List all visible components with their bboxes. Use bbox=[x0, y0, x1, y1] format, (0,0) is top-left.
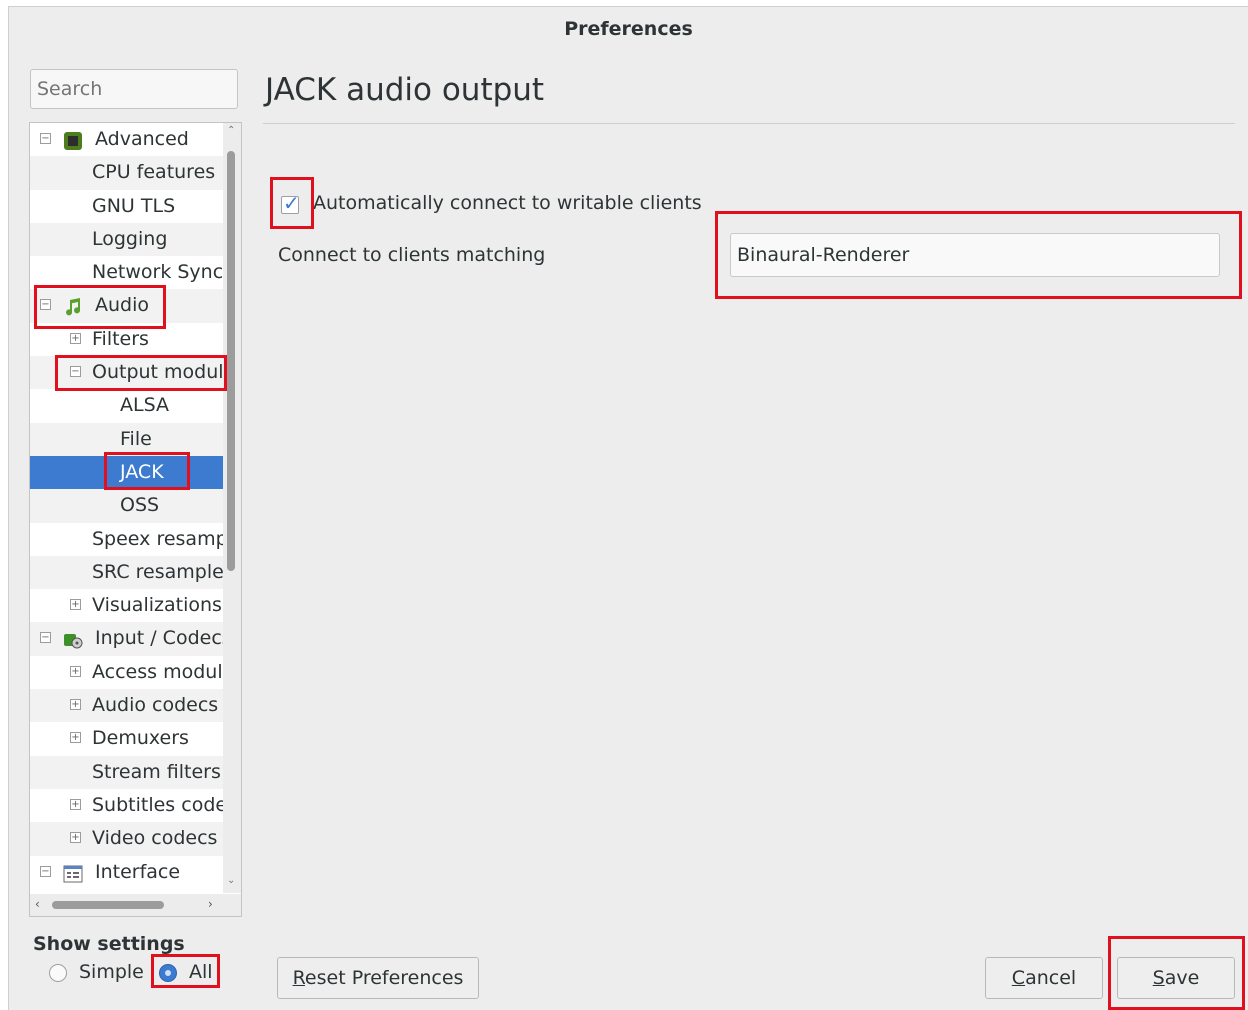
tree-item-network-sync[interactable]: Network Sync bbox=[30, 256, 223, 289]
tree-item-filters[interactable]: + Filters bbox=[30, 323, 223, 356]
tree-vertical-scrollbar[interactable]: ⌃ ⌄ bbox=[223, 123, 241, 893]
match-clients-input[interactable] bbox=[730, 233, 1220, 277]
tree-item-access-modules[interactable]: + Access modules bbox=[30, 656, 223, 689]
scroll-right-icon[interactable]: › bbox=[208, 897, 213, 911]
tree-item-label: Video codecs bbox=[92, 827, 218, 850]
tree-item-label: Logging bbox=[92, 227, 168, 250]
expand-icon[interactable]: + bbox=[70, 832, 81, 844]
tree-item-label: GNU TLS bbox=[92, 194, 176, 217]
heading-divider bbox=[263, 123, 1235, 124]
checkmark-icon: ✓ bbox=[283, 191, 300, 215]
tree-item-label: ALSA bbox=[120, 394, 169, 417]
expand-icon[interactable]: + bbox=[70, 665, 81, 677]
tree-item-jack[interactable]: JACK bbox=[30, 455, 223, 490]
reset-rest: eset Preferences bbox=[304, 967, 464, 989]
tree-item-input-codecs[interactable]: − Input / Codecs bbox=[30, 622, 223, 656]
tree-item-advanced[interactable]: − Advanced bbox=[30, 123, 223, 156]
scroll-down-icon[interactable]: ⌄ bbox=[227, 875, 235, 886]
category-tree: − Advanced CPU features GNU TLS Logging Netwo… bbox=[29, 122, 242, 917]
reset-mnemonic: R bbox=[292, 967, 305, 989]
tree-item-label: SRC resampler bbox=[92, 560, 223, 583]
music-note-icon bbox=[63, 295, 83, 316]
search-input[interactable] bbox=[30, 69, 238, 109]
all-radio-label[interactable]: All bbox=[189, 961, 213, 983]
cancel-button[interactable]: Cancel bbox=[985, 957, 1103, 999]
tree-item-label: Interface bbox=[95, 860, 181, 883]
tree-item-file[interactable]: File bbox=[30, 422, 223, 456]
advanced-chip-icon bbox=[63, 129, 83, 150]
tree-item-label: Stream filters bbox=[92, 760, 221, 783]
window-title: Preferences bbox=[564, 18, 693, 40]
tree-item-audio-codecs[interactable]: + Audio codecs bbox=[30, 689, 223, 723]
save-rest: ave bbox=[1164, 967, 1200, 989]
tree-item-label: Subtitles codecs bbox=[92, 793, 223, 816]
all-radio[interactable] bbox=[159, 964, 177, 982]
page-title: JACK audio output bbox=[265, 72, 545, 108]
horizontal-scroll-thumb[interactable] bbox=[52, 901, 164, 909]
tree-item-oss[interactable]: OSS bbox=[30, 489, 223, 523]
expand-icon[interactable]: + bbox=[70, 332, 81, 344]
scroll-up-icon[interactable]: ⌃ bbox=[227, 125, 235, 136]
simple-radio[interactable] bbox=[49, 964, 67, 982]
collapse-icon[interactable]: − bbox=[40, 632, 51, 644]
show-settings-label: Show settings bbox=[33, 933, 185, 955]
tree-item-subtitles-codecs[interactable]: + Subtitles codecs bbox=[30, 789, 223, 822]
tree-item-label: JACK bbox=[120, 460, 164, 483]
tree-item-label: Audio codecs bbox=[92, 694, 219, 717]
tree-item-label: Demuxers bbox=[92, 727, 189, 750]
tree-item-logging[interactable]: Logging bbox=[30, 222, 223, 257]
reset-preferences-button[interactable]: Reset Preferences bbox=[277, 957, 479, 999]
collapse-icon[interactable]: − bbox=[40, 299, 51, 311]
tree-rows: − Advanced CPU features GNU TLS Logging Netwo… bbox=[30, 123, 223, 889]
preferences-window: Preferences − Advanced CPU features GNU TLS… bbox=[8, 6, 1248, 1010]
tree-item-label: Input / Codecs bbox=[95, 627, 223, 650]
tree-item-label: Audio bbox=[95, 294, 150, 317]
expand-icon[interactable]: + bbox=[70, 732, 81, 744]
vertical-scroll-thumb[interactable] bbox=[227, 151, 235, 571]
auto-connect-checkbox[interactable]: ✓ bbox=[281, 191, 300, 215]
tree-item-visualizations[interactable]: + Visualizations bbox=[30, 589, 223, 622]
tree-item-label: Speex resampler bbox=[92, 527, 223, 550]
tree-item-label: Filters bbox=[92, 327, 149, 350]
tree-item-label: Output modules bbox=[92, 361, 223, 384]
codec-icon bbox=[63, 628, 83, 649]
tree-item-speex-resampler[interactable]: Speex resampler bbox=[30, 523, 223, 556]
tree-item-interface[interactable]: − Interface bbox=[30, 856, 223, 889]
tree-item-label: Network Sync bbox=[92, 261, 223, 284]
save-mnemonic: S bbox=[1152, 967, 1165, 989]
tree-item-cpu-features[interactable]: CPU features bbox=[30, 156, 223, 190]
save-button[interactable]: Save bbox=[1117, 957, 1235, 999]
expand-icon[interactable]: + bbox=[70, 699, 81, 711]
cancel-mnemonic: C bbox=[1011, 967, 1026, 989]
tree-item-label: Advanced bbox=[95, 128, 189, 150]
expand-icon[interactable]: + bbox=[70, 599, 81, 611]
auto-connect-label[interactable]: Automatically connect to writable client… bbox=[313, 192, 702, 214]
tree-item-demuxers[interactable]: + Demuxers bbox=[30, 722, 223, 755]
tree-item-label: Access modules bbox=[92, 660, 223, 683]
tree-item-label: OSS bbox=[120, 494, 160, 517]
tree-item-label: Visualizations bbox=[92, 594, 222, 617]
tree-item-src-resampler[interactable]: SRC resampler bbox=[30, 555, 223, 590]
collapse-icon[interactable]: − bbox=[40, 865, 51, 877]
tree-item-video-codecs[interactable]: + Video codecs bbox=[30, 822, 223, 856]
scroll-left-icon[interactable]: ‹ bbox=[35, 897, 40, 911]
interface-window-icon bbox=[63, 862, 83, 883]
tree-item-alsa[interactable]: ALSA bbox=[30, 389, 223, 422]
simple-radio-label[interactable]: Simple bbox=[79, 961, 144, 983]
tree-item-label: CPU features bbox=[92, 161, 216, 184]
match-clients-label: Connect to clients matching bbox=[278, 244, 546, 266]
tree-item-label: File bbox=[120, 427, 152, 450]
tree-item-stream-filters[interactable]: Stream filters bbox=[30, 755, 223, 789]
collapse-icon[interactable]: − bbox=[70, 366, 81, 378]
tree-item-output-modules[interactable]: −Output modules bbox=[30, 356, 223, 390]
collapse-icon[interactable]: − bbox=[40, 133, 51, 144]
cancel-rest: ancel bbox=[1025, 967, 1077, 989]
tree-horizontal-scrollbar[interactable]: ‹ › bbox=[30, 894, 241, 916]
expand-icon[interactable]: + bbox=[70, 798, 81, 810]
tree-item-audio[interactable]: − Audio bbox=[30, 289, 223, 323]
tree-item-gnu-tls[interactable]: GNU TLS bbox=[30, 190, 223, 223]
